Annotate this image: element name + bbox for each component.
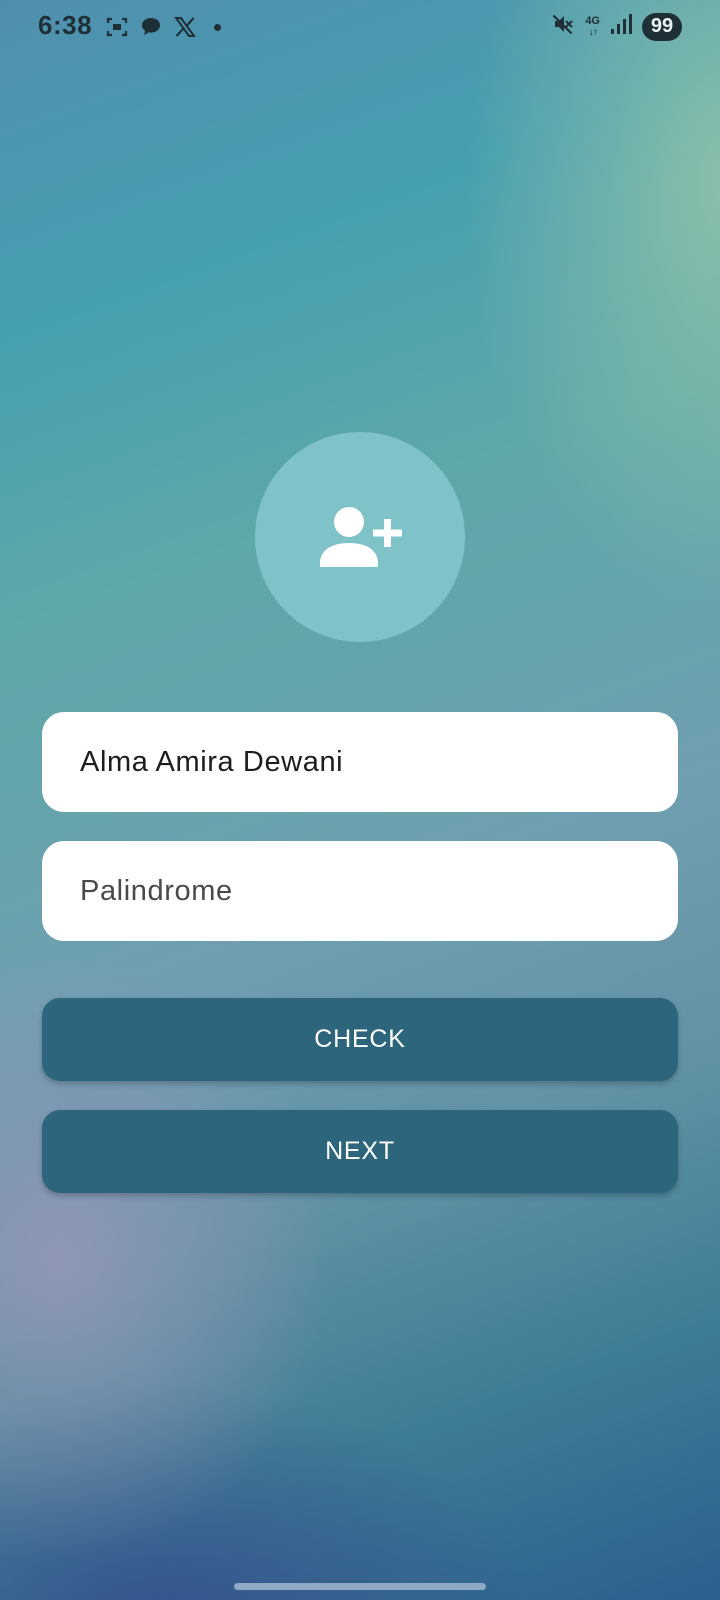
- status-notification-icons: [104, 14, 221, 40]
- next-button[interactable]: NEXT: [42, 1110, 678, 1193]
- chat-bubble-icon: [138, 14, 164, 40]
- status-time: 6:38: [38, 10, 93, 40]
- signal-icon: [610, 12, 632, 41]
- check-button[interactable]: CHECK: [42, 998, 678, 1081]
- screenshot-icon: [104, 14, 130, 40]
- palindrome-field[interactable]: [42, 841, 678, 941]
- name-field[interactable]: [42, 712, 678, 812]
- add-person-icon: [320, 507, 402, 567]
- home-indicator[interactable]: [234, 1583, 486, 1590]
- status-system-icons: 4G ↓↑ 99: [551, 12, 682, 41]
- status-bar: 6:38 4G ↓↑ 99: [0, 0, 720, 56]
- mute-icon: [551, 12, 575, 41]
- battery-icon: 99: [642, 12, 682, 41]
- network-activity-arrows: ↓↑: [588, 26, 598, 38]
- x-logo-icon: [172, 14, 198, 40]
- network-4g-icon: 4G ↓↑: [585, 14, 600, 38]
- palindrome-input[interactable]: [78, 873, 642, 909]
- name-input[interactable]: [78, 744, 642, 780]
- network-type-label: 4G: [585, 14, 600, 27]
- profile-avatar-button[interactable]: [255, 432, 465, 642]
- notification-dot: [214, 23, 221, 31]
